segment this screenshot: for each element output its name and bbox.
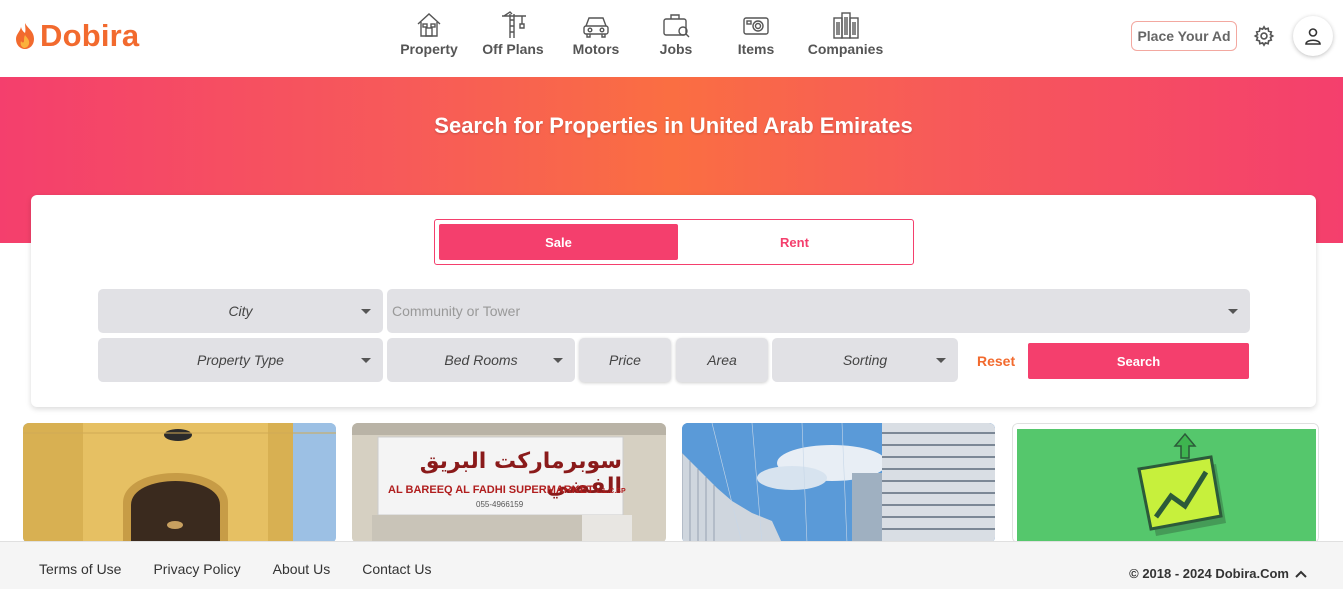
nav-item-motors[interactable]: Motors	[558, 10, 634, 57]
nav-item-items[interactable]: Items	[718, 10, 794, 57]
listing-card[interactable]	[1012, 423, 1319, 543]
nav-item-companies[interactable]: Companies	[794, 10, 897, 57]
chevron-down-icon	[361, 358, 371, 363]
flame-icon	[16, 23, 34, 49]
property-type-label: Property Type	[197, 352, 284, 368]
logo[interactable]: Dobira	[12, 18, 139, 54]
price-label: Price	[609, 352, 641, 368]
search-button[interactable]: Search	[1028, 343, 1249, 379]
sale-rent-toggle: Sale Rent	[434, 219, 914, 265]
area-button[interactable]: Area	[676, 338, 768, 382]
chevron-up-icon[interactable]	[1295, 570, 1307, 578]
chevron-down-icon	[1228, 309, 1238, 314]
community-placeholder: Community or Tower	[392, 303, 521, 319]
chevron-down-icon	[361, 309, 371, 314]
crane-icon	[502, 11, 526, 38]
listing-image	[682, 423, 995, 543]
listing-card[interactable]	[23, 423, 336, 543]
hero-title: Search for Properties in United Arab Emi…	[434, 113, 913, 138]
nav-label: Off Plans	[482, 41, 544, 57]
sign-phone: 055-4966159	[476, 500, 524, 509]
user-icon	[1305, 28, 1321, 45]
camera-icon	[743, 17, 769, 35]
property-type-select[interactable]: Property Type	[98, 338, 383, 382]
sign-english: AL BAREEQ AL FADHI SUPERMARKET L.L.C.SP	[388, 484, 626, 496]
nav-label: Companies	[807, 41, 884, 57]
reset-button[interactable]: Reset	[977, 353, 1015, 369]
copyright-text: © 2018 - 2024 Dobira.Com	[1129, 566, 1289, 581]
sorting-select[interactable]: Sorting	[772, 338, 958, 382]
footer-link-contact[interactable]: Contact Us	[362, 561, 431, 577]
nav-label: Motors	[572, 41, 620, 57]
brand-name: Dobira	[40, 18, 140, 53]
briefcase-icon	[663, 14, 690, 38]
header: Dobira Property Off Plans Motors Jobs It…	[0, 0, 1343, 77]
copyright: © 2018 - 2024 Dobira.Com	[1129, 566, 1307, 581]
search-card: Sale Rent City Community or Tower Proper…	[31, 195, 1316, 407]
footer-link-privacy[interactable]: Privacy Policy	[153, 561, 240, 577]
buildings-icon	[832, 12, 859, 39]
nav-label: Jobs	[659, 41, 693, 57]
bed-rooms-select[interactable]: Bed Rooms	[387, 338, 575, 382]
footer-link-terms[interactable]: Terms of Use	[39, 561, 121, 577]
footer-link-about[interactable]: About Us	[273, 561, 331, 577]
user-account-button[interactable]	[1293, 16, 1333, 56]
nav-item-property[interactable]: Property	[390, 10, 468, 57]
house-icon	[417, 13, 441, 37]
nav-label: Items	[737, 41, 775, 57]
listing-card[interactable]: سوبرماركت البريق الفضي AL BAREEQ AL FADH…	[352, 423, 666, 543]
chevron-down-icon	[553, 358, 563, 363]
footer: Terms of Use Privacy Policy About Us Con…	[0, 541, 1343, 589]
car-icon	[583, 17, 609, 38]
nav-item-off-plans[interactable]: Off Plans	[468, 10, 558, 57]
chevron-down-icon	[936, 358, 946, 363]
community-input[interactable]: Community or Tower	[387, 289, 1250, 333]
bed-rooms-label: Bed Rooms	[444, 352, 518, 368]
city-select[interactable]: City	[98, 289, 383, 333]
footer-links: Terms of Use Privacy Policy About Us Con…	[39, 561, 463, 577]
place-ad-button[interactable]: Place Your Ad	[1131, 21, 1237, 51]
nav-item-jobs[interactable]: Jobs	[634, 10, 718, 57]
price-button[interactable]: Price	[579, 338, 671, 382]
gear-icon[interactable]	[1253, 25, 1275, 47]
listing-image	[1013, 424, 1318, 542]
rent-tab[interactable]: Rent	[678, 224, 911, 260]
nav-label: Property	[400, 41, 458, 57]
area-label: Area	[707, 352, 737, 368]
city-select-label: City	[228, 303, 253, 319]
sorting-label: Sorting	[842, 352, 888, 368]
listing-card[interactable]	[682, 423, 995, 543]
listing-image	[23, 423, 336, 543]
main-nav: Property Off Plans Motors Jobs Items Com…	[390, 10, 897, 57]
sale-tab[interactable]: Sale	[439, 224, 678, 260]
